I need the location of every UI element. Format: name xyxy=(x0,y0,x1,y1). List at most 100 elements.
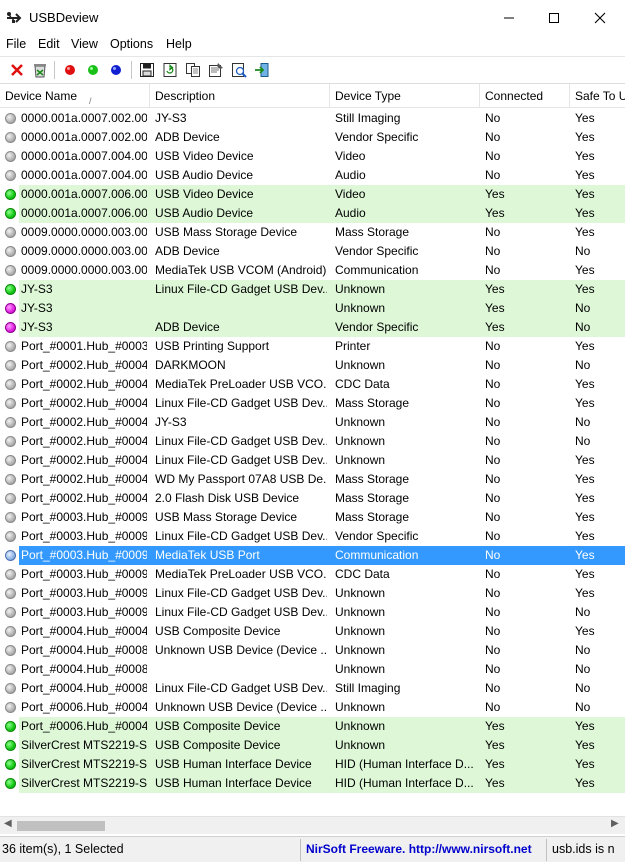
table-row[interactable]: Port_#0002.Hub_#0004 Linux File-CD Gadget… xyxy=(0,451,625,470)
toolbar xyxy=(0,56,625,82)
table-row[interactable]: Port_#0004.Hub_#0008 Linux File-CD Gadget… xyxy=(0,679,625,698)
table-row[interactable]: SilverCrest MTS2219-SL USB Composite Devi… xyxy=(0,736,625,755)
table-row[interactable]: Port_#0003.Hub_#0009 Linux File-CD Gadget… xyxy=(0,603,625,622)
device-status-icon xyxy=(5,284,16,295)
table-row[interactable]: 0000.001a.0007.006.00... USB Audio Device… xyxy=(0,204,625,223)
device-name-cell: Port_#0003.Hub_#0009 xyxy=(21,529,147,543)
nirsoft-link[interactable]: NirSoft Freeware. http://www.nirsoft.net xyxy=(306,842,532,856)
safe-to-unplug-cell: No xyxy=(575,320,591,334)
device-status-icon xyxy=(5,246,16,257)
copy-button[interactable] xyxy=(183,60,203,80)
table-row[interactable]: 0009.0000.0000.003.00... MediaTek USB VCO… xyxy=(0,261,625,280)
device-list[interactable]: Device Name / Description Device Type Co… xyxy=(0,83,625,815)
table-row[interactable]: 0009.0000.0000.003.00... ADB Device Vendor… xyxy=(0,242,625,261)
device-status-icon xyxy=(5,189,16,200)
safe-to-unplug-cell: No xyxy=(575,681,591,695)
connected-cell: Yes xyxy=(485,206,505,220)
blue-dot-button[interactable] xyxy=(106,60,126,80)
table-row[interactable]: Port_#0004.Hub_#0008 Unknown USB Device (… xyxy=(0,641,625,660)
connected-cell: Yes xyxy=(485,757,505,771)
save-button[interactable] xyxy=(137,60,157,80)
device-type-cell: Mass Storage xyxy=(335,510,410,524)
table-row[interactable]: SilverCrest MTS2219-SL USB Human Interfac… xyxy=(0,774,625,793)
table-row[interactable]: Port_#0006.Hub_#0004 USB Composite Device… xyxy=(0,717,625,736)
column-header-connected[interactable]: Connected xyxy=(480,84,570,108)
scroll-right-icon[interactable]: ▶ xyxy=(611,818,619,829)
safe-to-unplug-cell: Yes xyxy=(575,282,595,296)
device-name-cell: Port_#0002.Hub_#0004 xyxy=(21,415,147,429)
table-row[interactable]: Port_#0002.Hub_#0004 Linux File-CD Gadget… xyxy=(0,432,625,451)
table-row[interactable]: Port_#0002.Hub_#0004 WD My Passport 07A8 … xyxy=(0,470,625,489)
device-name-cell: Port_#0003.Hub_#0009 xyxy=(21,548,147,562)
menu-file[interactable]: File xyxy=(4,37,28,51)
table-row[interactable]: SilverCrest MTS2219-SL USB Human Interfac… xyxy=(0,755,625,774)
device-status-icon xyxy=(5,227,16,238)
exit-button[interactable] xyxy=(252,60,272,80)
device-status-icon xyxy=(5,303,16,314)
table-row[interactable]: Port_#0002.Hub_#0004 Linux File-CD Gadget… xyxy=(0,394,625,413)
table-row[interactable]: Port_#0003.Hub_#0009 Linux File-CD Gadget… xyxy=(0,584,625,603)
horizontal-scrollbar[interactable]: ◀ ▶ xyxy=(0,816,625,834)
status-item-count: 36 item(s), 1 Selected xyxy=(2,842,124,856)
safe-to-unplug-cell: Yes xyxy=(575,263,595,277)
html-report-button[interactable] xyxy=(229,60,249,80)
table-row[interactable]: 0000.001a.0007.006.00... USB Video Device… xyxy=(0,185,625,204)
table-row[interactable]: Port_#0002.Hub_#0004 2.0 Flash Disk USB D… xyxy=(0,489,625,508)
device-status-icon xyxy=(5,398,16,409)
column-header-description[interactable]: Description xyxy=(150,84,330,108)
device-status-icon xyxy=(5,360,16,371)
table-row[interactable]: Port_#0001.Hub_#0003 USB Printing Support… xyxy=(0,337,625,356)
device-type-cell: Unknown xyxy=(335,719,386,733)
table-row[interactable]: Port_#0003.Hub_#0009 USB Mass Storage Dev… xyxy=(0,508,625,527)
close-button[interactable] xyxy=(577,0,623,36)
menu-view[interactable]: View xyxy=(69,37,100,51)
maximize-button[interactable] xyxy=(531,0,577,36)
menu-options[interactable]: Options xyxy=(108,37,155,51)
column-header-device-name[interactable]: Device Name / xyxy=(0,84,150,108)
green-dot-button[interactable] xyxy=(83,60,103,80)
safe-to-unplug-cell: Yes xyxy=(575,206,595,220)
menu-edit[interactable]: Edit xyxy=(36,37,62,51)
description-cell: USB Composite Device xyxy=(155,624,281,638)
table-row[interactable]: Port_#0002.Hub_#0004 MediaTek PreLoader U… xyxy=(0,375,625,394)
table-row[interactable]: Port_#0004.Hub_#0008 Unknown No No xyxy=(0,660,625,679)
description-cell: Linux File-CD Gadget USB Dev... xyxy=(155,396,327,410)
scroll-left-icon[interactable]: ◀ xyxy=(4,818,12,829)
table-row[interactable]: 0009.0000.0000.003.00... USB Mass Storage… xyxy=(0,223,625,242)
table-row[interactable]: Port_#0002.Hub_#0004 DARKMOON Unknown No No xyxy=(0,356,625,375)
table-row[interactable]: Port_#0003.Hub_#0009 MediaTek USB Port Com… xyxy=(0,546,625,565)
table-row[interactable]: JY-S3 Unknown Yes No xyxy=(0,299,625,318)
description-cell: Linux File-CD Gadget USB Dev... xyxy=(155,605,327,619)
device-type-cell: Mass Storage xyxy=(335,225,410,239)
column-header-safe-to-unplug[interactable]: Safe To Unplug xyxy=(570,84,625,108)
device-type-cell: Vendor Specific xyxy=(335,529,419,543)
table-row[interactable]: 0000.001a.0007.002.00... JY-S3 Still Imagi… xyxy=(0,109,625,128)
uninstall-button[interactable] xyxy=(30,60,50,80)
table-row[interactable]: 0000.001a.0007.004.00... USB Audio Device… xyxy=(0,166,625,185)
table-row[interactable]: JY-S3 ADB Device Vendor Specific Yes No xyxy=(0,318,625,337)
table-row[interactable]: Port_#0003.Hub_#0009 Linux File-CD Gadget… xyxy=(0,527,625,546)
table-row[interactable]: 0000.001a.0007.002.00... ADB Device Vendor… xyxy=(0,128,625,147)
description-cell: ADB Device xyxy=(155,130,220,144)
table-row[interactable]: Port_#0002.Hub_#0004 JY-S3 Unknown No No xyxy=(0,413,625,432)
description-cell: Linux File-CD Gadget USB Dev... xyxy=(155,282,327,296)
minimize-button[interactable] xyxy=(486,0,532,36)
connected-cell: No xyxy=(485,377,501,391)
disconnect-button[interactable] xyxy=(7,60,27,80)
device-type-cell: Unknown xyxy=(335,624,386,638)
table-row[interactable]: Port_#0004.Hub_#0004 USB Composite Device… xyxy=(0,622,625,641)
table-row[interactable]: JY-S3 Linux File-CD Gadget USB Dev... Unkn… xyxy=(0,280,625,299)
properties-button[interactable] xyxy=(206,60,226,80)
menu-help[interactable]: Help xyxy=(164,37,194,51)
device-type-cell: CDC Data xyxy=(335,377,390,391)
connected-cell: No xyxy=(485,605,501,619)
table-row[interactable]: Port_#0006.Hub_#0004 Unknown USB Device (… xyxy=(0,698,625,717)
table-row[interactable]: 0000.001a.0007.004.00... USB Video Device… xyxy=(0,147,625,166)
connected-cell: No xyxy=(485,415,501,429)
red-dot-button[interactable] xyxy=(60,60,80,80)
table-row[interactable]: Port_#0003.Hub_#0009 MediaTek PreLoader U… xyxy=(0,565,625,584)
column-header-device-type[interactable]: Device Type xyxy=(330,84,480,108)
scrollbar-thumb[interactable] xyxy=(17,821,105,831)
description-cell: MediaTek USB VCOM (Android) xyxy=(155,263,327,277)
refresh-button[interactable] xyxy=(160,60,180,80)
